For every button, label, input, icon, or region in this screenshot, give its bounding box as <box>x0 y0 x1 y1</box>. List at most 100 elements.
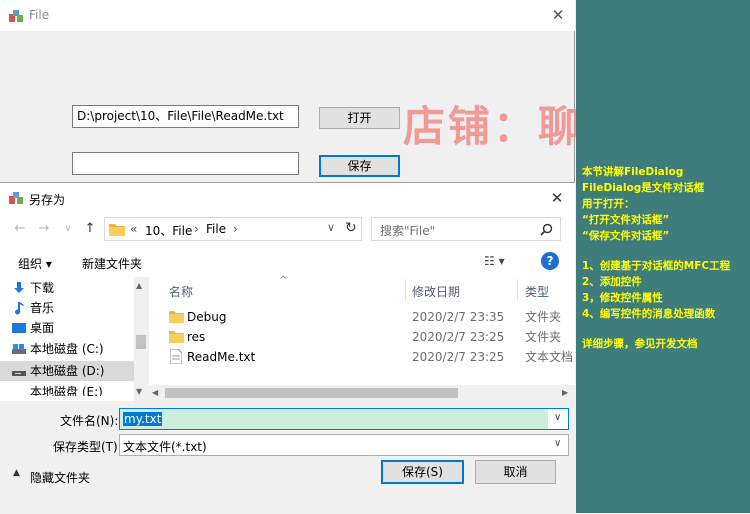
nav-item-label: 桌面 <box>30 321 55 335</box>
app-icon <box>9 10 23 22</box>
file-date: 2020/2/7 23:35 <box>412 310 505 324</box>
column-header-name[interactable]: 名称 <box>169 283 193 300</box>
back-button[interactable]: ← <box>10 219 30 239</box>
column-header-date[interactable]: 修改日期 <box>412 283 460 300</box>
scroll-thumb[interactable] <box>136 335 146 349</box>
breadcrumb-separator[interactable]: › <box>194 222 199 236</box>
dialog-titlebar: 另存为 ✕ <box>0 183 575 213</box>
horizontal-scrollbar[interactable]: ◀ ▶ <box>149 385 575 401</box>
file-row[interactable]: res 2020/2/7 23:25 文件夹 <box>149 327 575 347</box>
nav-item-drive-d[interactable]: 本地磁盘 (D:) <box>12 361 140 381</box>
search-box[interactable]: 搜索"File" <box>371 217 561 241</box>
dialog-save-button[interactable]: 保存(S) <box>381 460 464 484</box>
dialog-close-button[interactable]: ✕ <box>545 187 569 209</box>
up-button[interactable]: ↑ <box>80 219 100 239</box>
file-name: Debug <box>187 310 227 324</box>
chevron-up-icon[interactable]: ▲ <box>13 468 20 478</box>
help-icon[interactable]: ? <box>541 252 559 270</box>
refresh-icon[interactable]: ↻ <box>345 220 357 236</box>
scroll-up-arrow[interactable]: ▲ <box>136 281 142 290</box>
note-line: 用于打开： <box>582 198 635 210</box>
breadcrumb-separator[interactable]: › <box>233 222 238 236</box>
save-as-dialog: 另存为 ✕ ← → ∨ ↑ « 10、File › File › ∨ ↻ 搜索"… <box>0 182 575 514</box>
column-divider <box>405 279 406 301</box>
address-bar[interactable]: « 10、File › File › ∨ ↻ <box>104 217 362 241</box>
folder-icon <box>169 311 184 323</box>
nav-item-label: 本地磁盘 (D:) <box>30 364 105 378</box>
file-row[interactable]: ReadMe.txt 2020/2/7 23:25 文本文档 <box>149 347 575 367</box>
breadcrumb-item[interactable]: File <box>206 222 226 236</box>
nav-item-music[interactable]: 音乐 <box>15 298 140 318</box>
drive-icon <box>12 344 26 354</box>
dialog-title: 另存为 <box>29 193 66 207</box>
scroll-thumb[interactable] <box>165 388 458 398</box>
note-line: 详细步骤，参见开发文档 <box>582 338 698 350</box>
main-titlebar: File ✕ <box>0 0 575 31</box>
notes-panel: 本节讲解FileDialog FileDialog是文件对话框 用于打开： “打… <box>576 0 750 513</box>
filename-label: 文件名(N): <box>60 414 119 428</box>
note-line: 本节讲解FileDialog <box>582 166 684 178</box>
view-options-button[interactable]: ☷ ▾ <box>484 254 505 268</box>
note-line: “打开文件对话框” <box>582 214 670 226</box>
file-row[interactable]: Debug 2020/2/7 23:35 文件夹 <box>149 307 575 327</box>
text-file-icon <box>170 349 182 364</box>
scroll-left-arrow[interactable]: ◀ <box>152 388 158 397</box>
file-name: ReadMe.txt <box>187 350 256 364</box>
nav-item-drive-e[interactable]: 本地磁盘 (E:) <box>30 382 140 396</box>
drive-icon <box>12 371 26 376</box>
open-button[interactable]: 打开 <box>319 107 400 129</box>
file-date: 2020/2/7 23:25 <box>412 330 505 344</box>
close-button[interactable]: ✕ <box>546 5 570 25</box>
music-icon <box>15 302 24 315</box>
save-path-textbox[interactable] <box>72 152 299 175</box>
file-list: ^ 名称 修改日期 类型 Debug 2020/2/7 23:35 文件夹 re… <box>149 275 575 401</box>
chevron-down-icon[interactable]: ∨ <box>554 412 561 423</box>
dialog-cancel-button[interactable]: 取消 <box>475 460 556 484</box>
window-title: File <box>29 8 50 22</box>
scroll-right-arrow[interactable]: ▶ <box>562 388 568 397</box>
organize-menu[interactable]: 组织 ▾ <box>18 255 52 272</box>
sort-arrow-icon: ^ <box>279 275 288 286</box>
hide-folders-toggle[interactable]: 隐藏文件夹 <box>30 469 90 486</box>
save-button[interactable]: 保存 <box>319 155 400 177</box>
search-icon <box>540 223 553 236</box>
nav-item-downloads[interactable]: 下载 <box>14 278 140 298</box>
filename-input[interactable]: my.txt <box>123 412 163 426</box>
file-type: 文件夹 <box>525 330 562 344</box>
nav-item-desktop[interactable]: 桌面 <box>12 318 140 338</box>
path-textbox[interactable]: D:\project\10、File\File\ReadMe.txt <box>72 105 299 128</box>
filetype-label: 保存类型(T): <box>53 440 122 454</box>
filename-highlight <box>120 409 548 429</box>
folder-icon <box>109 224 125 236</box>
breadcrumb-item[interactable]: 10、File <box>145 222 192 239</box>
folder-icon <box>169 331 184 343</box>
note-line: FileDialog是文件对话框 <box>582 182 705 194</box>
scroll-down-arrow[interactable]: ▼ <box>136 387 142 396</box>
chevron-down-icon[interactable]: ∨ <box>554 438 561 449</box>
note-line: “保存文件对话框” <box>582 230 670 242</box>
nav-item-label: 本地磁盘 (E:) <box>30 385 103 396</box>
app-icon <box>9 192 23 204</box>
dialog-toolbar: 组织 ▾ 新建文件夹 ☷ ▾ ? <box>0 247 575 277</box>
note-line: 1、创建基于对话框的MFC工程 <box>582 260 731 272</box>
address-dropdown-icon[interactable]: ∨ <box>327 221 335 234</box>
column-header-type[interactable]: 类型 <box>525 283 549 300</box>
file-type: 文本文档 <box>525 350 574 364</box>
breadcrumb-overflow[interactable]: « <box>130 222 137 236</box>
filetype-value: 文本文件(*.txt) <box>123 440 207 454</box>
nav-item-label: 音乐 <box>30 301 55 315</box>
forward-button[interactable]: → <box>34 219 54 239</box>
save-form: 文件名(N): my.txt ∨ 保存类型(T): 文本文件(*.txt) ∨ … <box>0 401 575 514</box>
nav-item-label: 下载 <box>30 281 55 295</box>
nav-item-drive-c[interactable]: 本地磁盘 (C:) <box>12 339 140 359</box>
filename-combobox[interactable]: my.txt ∨ <box>119 408 569 430</box>
nav-scrollbar[interactable]: ▲ ▼ <box>134 277 148 401</box>
file-name: res <box>187 330 206 344</box>
recent-dropdown[interactable]: ∨ <box>58 219 78 239</box>
new-folder-button[interactable]: 新建文件夹 <box>82 255 142 272</box>
nav-item-label: 本地磁盘 (C:) <box>30 342 104 356</box>
file-type: 文件夹 <box>525 310 562 324</box>
note-line: 2、添加控件 <box>582 276 642 288</box>
filetype-select[interactable]: 文本文件(*.txt) ∨ <box>119 434 569 456</box>
desktop-icon <box>12 323 26 333</box>
